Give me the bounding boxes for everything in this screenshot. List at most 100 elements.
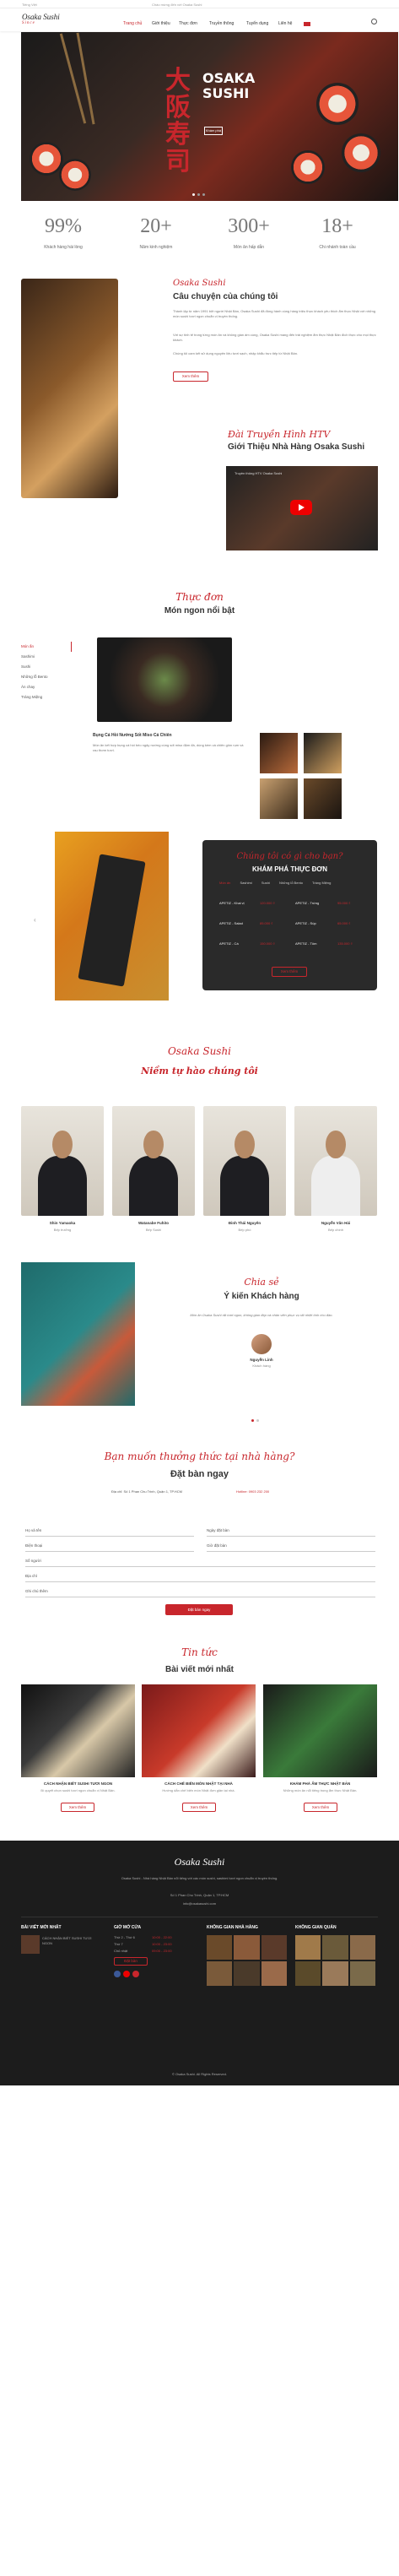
footer-hours-time: 10:00 - 22:00: [152, 1935, 172, 1939]
gallery-thumb[interactable]: [322, 1961, 348, 1986]
promo-tab[interactable]: Tráng Miệng: [312, 881, 331, 885]
stat-number: 300+: [228, 215, 270, 237]
footer-hours-time: 10:00 - 23:00: [152, 1942, 172, 1946]
gallery-thumb[interactable]: [207, 1961, 233, 1986]
news-button[interactable]: Xem thêm: [61, 1803, 94, 1812]
news-photo[interactable]: [142, 1684, 256, 1777]
promo-tab[interactable]: Những lỗ Bento: [279, 881, 303, 885]
stat-label: Món ăn hấp dẫn: [233, 245, 265, 250]
promo-tabs: Món ấn Sashimi Sushi Những lỗ Bento Trán…: [219, 881, 363, 885]
story-button[interactable]: Xem thêm: [173, 371, 208, 382]
news-button[interactable]: Xem thêm: [182, 1803, 216, 1812]
time-field[interactable]: Giờ đặt bàn: [207, 1543, 375, 1552]
logo[interactable]: Osaka Sushi Since: [22, 13, 60, 25]
note-field[interactable]: Ghi chú thêm: [25, 1589, 375, 1597]
menu-cat[interactable]: Ăn chay: [21, 682, 72, 692]
footer-hours-time: 09:00 - 23:00: [152, 1949, 172, 1953]
gallery-thumb[interactable]: [295, 1935, 321, 1960]
gallery-thumb[interactable]: [234, 1961, 260, 1986]
news-post-title[interactable]: CÁCH CHẾ BIẾN MÓN NHẬT TẠI NHÀ: [142, 1782, 256, 1786]
google-icon[interactable]: [132, 1971, 139, 1977]
video-yt-title: Truyền thông HTV Osaka Sushi: [235, 471, 283, 475]
play-icon[interactable]: [290, 500, 312, 515]
review-name: Nguyễn Linh: [250, 1358, 273, 1362]
reserve-script: Bạn muốn thưởng thức tại nhà hàng?: [104, 1451, 295, 1462]
reserve-hotline[interactable]: Hotline: 0903 232 200: [236, 1489, 269, 1494]
news-photo[interactable]: [263, 1684, 377, 1777]
nav-menu[interactable]: Thực đơn: [179, 21, 197, 26]
footer-email[interactable]: info@osakasushi.com: [110, 1901, 289, 1906]
hero-title: OSAKA SUSHI: [202, 70, 256, 101]
phone-field[interactable]: Điện thoại: [25, 1543, 194, 1552]
menu-script: Thực đơn: [175, 591, 224, 603]
news-photo[interactable]: [21, 1684, 135, 1777]
menu-cat[interactable]: Tráng Miệng: [21, 692, 72, 702]
news-post-title[interactable]: CÁCH NHẬN BIẾT SUSHI TƯƠI NGON: [21, 1782, 135, 1786]
date-field[interactable]: Ngày đặt bàn: [207, 1528, 375, 1537]
promo-item-price: 95.000 ₫: [337, 901, 351, 905]
flag-icon[interactable]: [304, 22, 310, 26]
guests-field[interactable]: Số người: [25, 1559, 375, 1567]
nav-contact[interactable]: Liên hệ: [278, 21, 292, 26]
nav-home[interactable]: Trang chủ: [123, 21, 142, 26]
news-button[interactable]: Xem thêm: [304, 1803, 337, 1812]
menu-cat[interactable]: Những lỗ Bento: [21, 672, 72, 682]
gallery-thumb[interactable]: [349, 1935, 375, 1960]
search-icon[interactable]: [371, 19, 377, 24]
nav-media[interactable]: Truyền thông: [209, 21, 234, 26]
promo-tab[interactable]: Món ấn: [219, 881, 230, 885]
dish-thumb[interactable]: [260, 778, 298, 819]
promo-tab[interactable]: Sushi: [262, 881, 270, 885]
review-dots[interactable]: [251, 1418, 272, 1424]
language-label[interactable]: Tiếng Việt: [22, 3, 37, 7]
dish-thumb[interactable]: [304, 778, 342, 819]
menu-cat[interactable]: Sashimi: [21, 652, 72, 662]
gallery-thumb[interactable]: [295, 1961, 321, 1986]
video-player[interactable]: Truyền thông HTV Osaka Sushi: [226, 466, 378, 550]
chef-photo: [294, 1106, 377, 1216]
reserve-button[interactable]: Đặt bàn ngay: [165, 1604, 233, 1615]
promo-script: Chúng tôi có gì cho bạn?: [236, 852, 343, 861]
story-title: Câu chuyện của chúng tôi: [173, 292, 278, 301]
gallery-thumb[interactable]: [234, 1935, 260, 1960]
promo-item-name: APETIZ - Tôm: [295, 941, 317, 946]
reserve-title: Đặt bàn ngay: [170, 1469, 229, 1479]
news-title: Bài viết mới nhất: [164, 1665, 234, 1674]
welcome-text: Chào mừng đến với Osaka Sushi: [152, 3, 202, 7]
promo-button[interactable]: Xem thêm: [272, 967, 307, 977]
menu-cat[interactable]: Sushi: [21, 662, 72, 672]
footer-reserve-button[interactable]: Đặt bàn: [114, 1957, 148, 1966]
footer-logo[interactable]: Osaka Sushi: [0, 1856, 399, 1868]
news-post-title[interactable]: KHÁM PHÁ ẨM THỰC NHẬT BẢN: [263, 1782, 377, 1786]
stat-number: 20+: [140, 215, 172, 237]
review-script: Chia sẻ: [244, 1277, 279, 1288]
gallery-thumb[interactable]: [322, 1935, 348, 1960]
promo-item-name: APETIZ - Súp: [295, 921, 316, 925]
hero-dots[interactable]: [192, 193, 209, 196]
copyright: © Osaka Sushi. All Rights Reserved.: [172, 2072, 227, 2076]
address-field[interactable]: Địa chỉ: [25, 1574, 375, 1582]
youtube-icon[interactable]: [123, 1971, 130, 1977]
facebook-icon[interactable]: [114, 1971, 121, 1977]
dish-thumb[interactable]: [304, 733, 342, 773]
name-field[interactable]: Họ và tên: [25, 1528, 194, 1537]
promo-item-name: APETIZ - Trứng: [295, 901, 320, 905]
hero-button[interactable]: Khám phá: [204, 127, 223, 135]
promo-tab[interactable]: Sashimi: [240, 881, 251, 885]
footer-post-title[interactable]: CÁCH NHẬN BIẾT SUSHI TƯƠI NGON: [42, 1936, 101, 1946]
gallery-thumb[interactable]: [261, 1935, 287, 1960]
footer-post-thumb[interactable]: [21, 1935, 40, 1954]
menu-cat[interactable]: Món ấn: [21, 642, 72, 652]
footer: Osaka Sushi Osaka Sushi - Nhà hàng Nhật …: [0, 1841, 399, 2085]
promo-item-name: APETIZ - Khai vị: [219, 901, 245, 905]
gallery-thumb[interactable]: [207, 1935, 233, 1960]
review-quote: Món ăn Osaka Sushi rất tươi ngon, không …: [190, 1313, 333, 1317]
nav-careers[interactable]: Tuyển dụng: [246, 21, 268, 26]
promo-photo: [55, 832, 169, 1001]
dish-thumb[interactable]: [260, 733, 298, 773]
nav-about[interactable]: Giới thiệu: [152, 21, 170, 26]
stat-number: 99%: [45, 215, 82, 237]
prev-arrow-icon[interactable]: ‹: [34, 916, 36, 924]
gallery-thumb[interactable]: [261, 1961, 287, 1986]
gallery-thumb[interactable]: [349, 1961, 375, 1986]
